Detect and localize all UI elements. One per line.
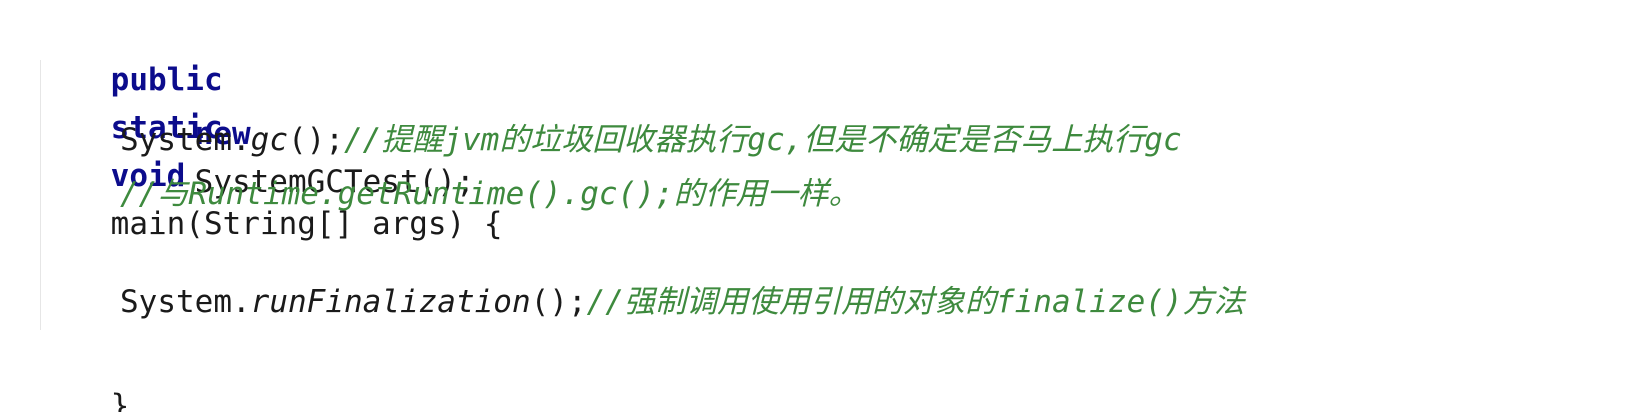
gc-method: gc (250, 122, 288, 158)
finalization-comment: //强制调用使用引用的对象的finalize()方法 (586, 284, 1245, 320)
code-line-closing-brace[interactable]: } (36, 334, 130, 412)
code-line-run-finalization[interactable]: System.runFinalization();//强制调用使用引用的对象的f… (36, 278, 1245, 326)
code-line-system-gc[interactable]: System.gc();//提醒jvm的垃圾回收器执行gc,但是不确定是否马上执… (36, 116, 1182, 164)
call-parens: (); (287, 122, 344, 158)
runtime-comment: //与Runtime.getRuntime().gc();的作用一样。 (120, 176, 860, 212)
call-parens: (); (530, 284, 587, 320)
closing-brace: } (110, 388, 130, 412)
code-line-runtime-comment[interactable]: //与Runtime.getRuntime().gc();的作用一样。 (36, 170, 860, 218)
system-receiver: System. (120, 284, 251, 320)
run-finalization-method: runFinalization (250, 284, 531, 320)
system-receiver: System. (120, 122, 251, 158)
gc-comment: //提醒jvm的垃圾回收器执行gc,但是不确定是否马上执行gc (343, 122, 1182, 158)
code-line-blank[interactable] (36, 224, 120, 272)
code-editor[interactable]: public static void main(String[] args) {… (0, 0, 1632, 412)
code-line-new-instance[interactable]: new SystemGCTest(); (36, 62, 475, 200)
code-line-method-signature[interactable]: public static void main(String[] args) { (36, 8, 503, 242)
